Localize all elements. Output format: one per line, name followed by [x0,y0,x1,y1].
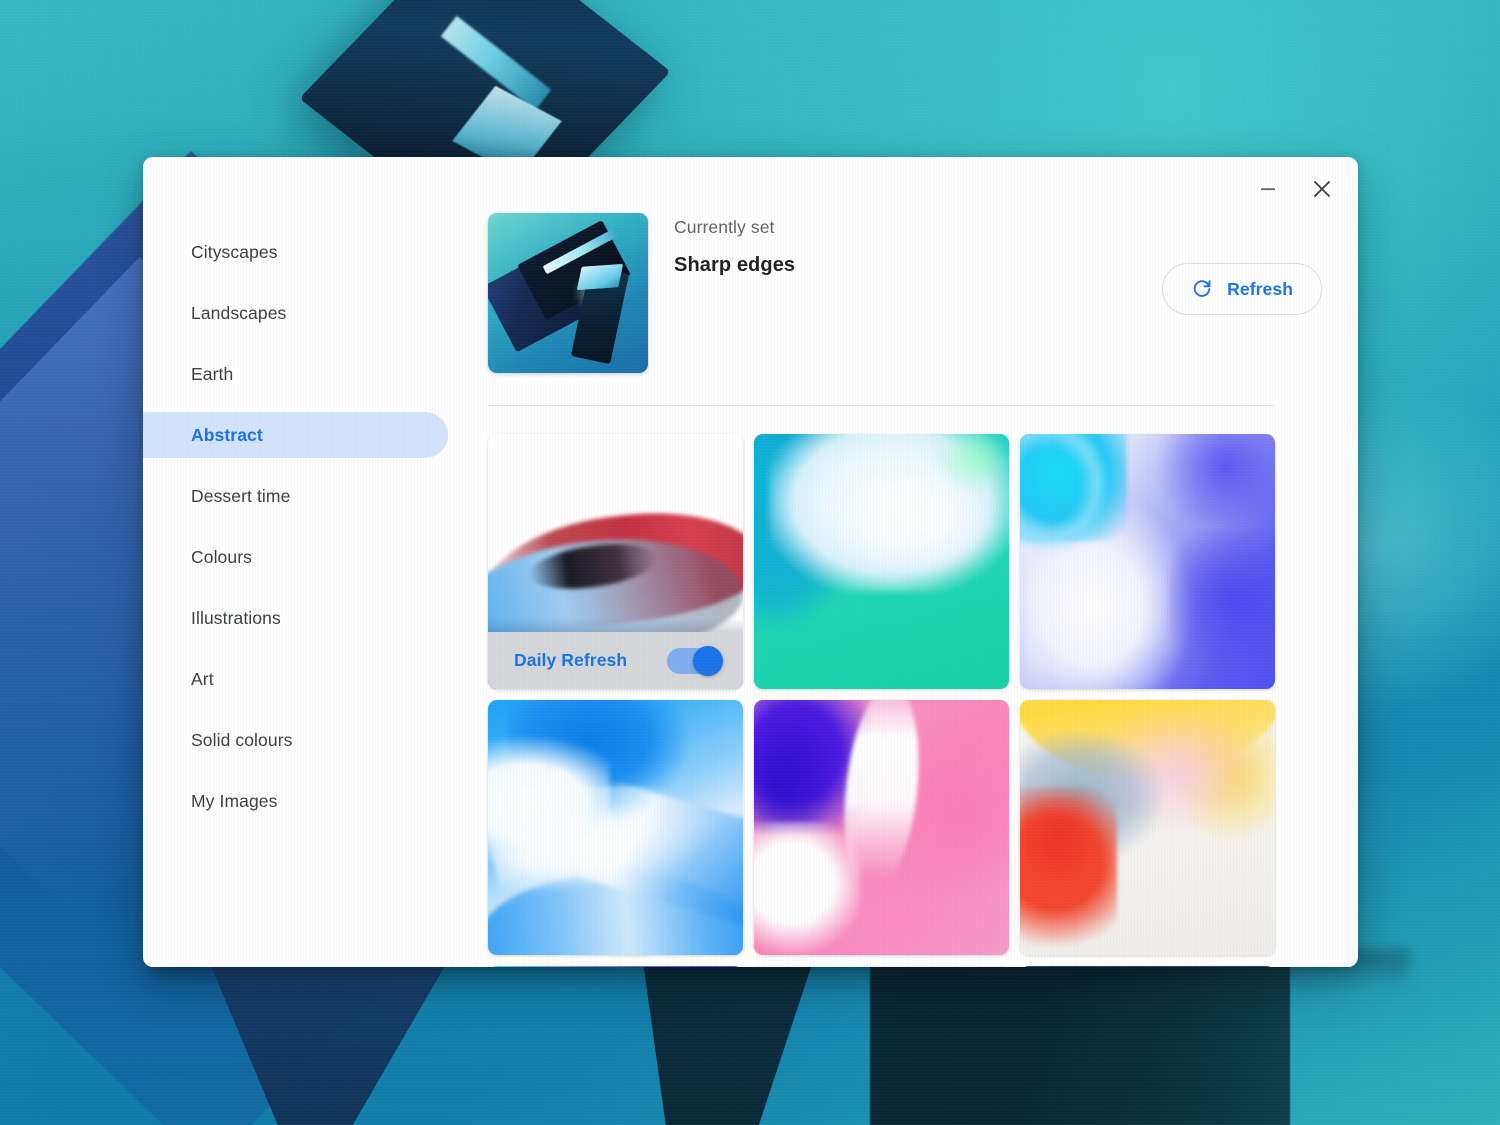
sidebar-item-label: Illustrations [191,607,281,628]
minimize-icon [1261,188,1275,191]
sidebar-item-label: Dessert time [191,485,291,506]
wallpaper-grid: Daily Refresh [488,434,1322,967]
refresh-icon [1193,280,1211,297]
toggle-knob [693,645,723,676]
wallpaper-shape-column-b [640,940,820,1125]
currently-set-thumbnail[interactable] [488,213,648,373]
art-red-spatter [1025,796,1112,889]
sidebar-item-label: Colours [191,546,253,567]
close-icon [1314,181,1330,197]
sidebar-item-label: Landscapes [191,302,287,323]
currently-set-row: Currently set Sharp edges Refresh [488,213,1322,383]
tile-artwork [488,966,743,967]
refresh-button[interactable]: Refresh [1162,263,1322,315]
art-cyan-ring [1020,434,1107,552]
wallpaper-tile-4[interactable] [488,700,743,955]
close-button[interactable] [1300,167,1344,211]
header-divider [488,405,1274,406]
daily-refresh-toggle[interactable] [667,645,723,676]
wallpaper-shape-column-c [870,940,1290,1125]
currently-set-meta: Currently set Sharp edges Refresh [674,213,1322,315]
tile-artwork [754,966,1009,967]
wallpaper-tile-2[interactable] [754,434,1009,689]
wallpaper-main-panel: Currently set Sharp edges Refresh Daily … [448,157,1358,967]
sidebar-item-cityscapes[interactable]: Cityscapes [143,229,448,275]
wallpaper-shape-prism-glint [440,15,552,111]
tile-artwork [754,700,1009,955]
wallpaper-tile-daily-refresh[interactable]: Daily Refresh [488,434,743,689]
tile-artwork [1020,434,1275,689]
sidebar-item-art[interactable]: Art [143,656,448,702]
tile-artwork [1020,966,1275,967]
minimize-button[interactable] [1246,167,1290,211]
tile-artwork [1020,700,1275,955]
window-controls [1246,157,1358,221]
currently-set-label: Currently set [674,217,775,237]
tile-artwork [488,700,743,955]
sidebar-item-my-images[interactable]: My Images [143,778,448,824]
wallpaper-tile-6[interactable] [1020,700,1275,955]
daily-refresh-bar: Daily Refresh [488,632,743,689]
sidebar-item-label: Art [191,668,214,689]
sidebar-item-label: Solid colours [191,729,293,750]
wallpaper-tile-9[interactable] [1020,966,1275,967]
sidebar-item-label: Cityscapes [191,241,278,262]
art-mint-glow [932,434,1009,496]
sidebar-item-landscapes[interactable]: Landscapes [143,290,448,336]
desktop-background: Cityscapes Landscapes Earth Abstract Des… [0,0,1500,1125]
tile-artwork [754,434,1009,689]
art-white-blob [754,822,862,955]
refresh-button-label: Refresh [1227,278,1293,299]
sidebar-item-colours[interactable]: Colours [143,534,448,580]
wallpaper-shape-column-a [200,940,460,1125]
sidebar-item-label: My Images [191,790,278,811]
category-sidebar: Cityscapes Landscapes Earth Abstract Des… [143,157,448,967]
wallpaper-tile-7[interactable] [488,966,743,967]
wallpaper-tile-5[interactable] [754,700,1009,955]
wallpaper-tile-3[interactable] [1020,434,1275,689]
daily-refresh-label: Daily Refresh [514,650,628,670]
wallpaper-tile-8[interactable] [754,966,1009,967]
thumbnail-shape-c-top [576,263,624,291]
art-violet [1167,520,1275,674]
wallpaper-picker-dialog: Cityscapes Landscapes Earth Abstract Des… [143,157,1358,967]
sidebar-item-earth[interactable]: Earth [143,351,448,397]
sidebar-item-abstract[interactable]: Abstract [143,412,448,458]
sidebar-item-label: Abstract [191,424,263,445]
sidebar-item-dessert-time[interactable]: Dessert time [143,473,448,519]
sidebar-item-illustrations[interactable]: Illustrations [143,595,448,641]
sidebar-item-label: Earth [191,363,234,384]
sidebar-item-solid-colours[interactable]: Solid colours [143,717,448,763]
